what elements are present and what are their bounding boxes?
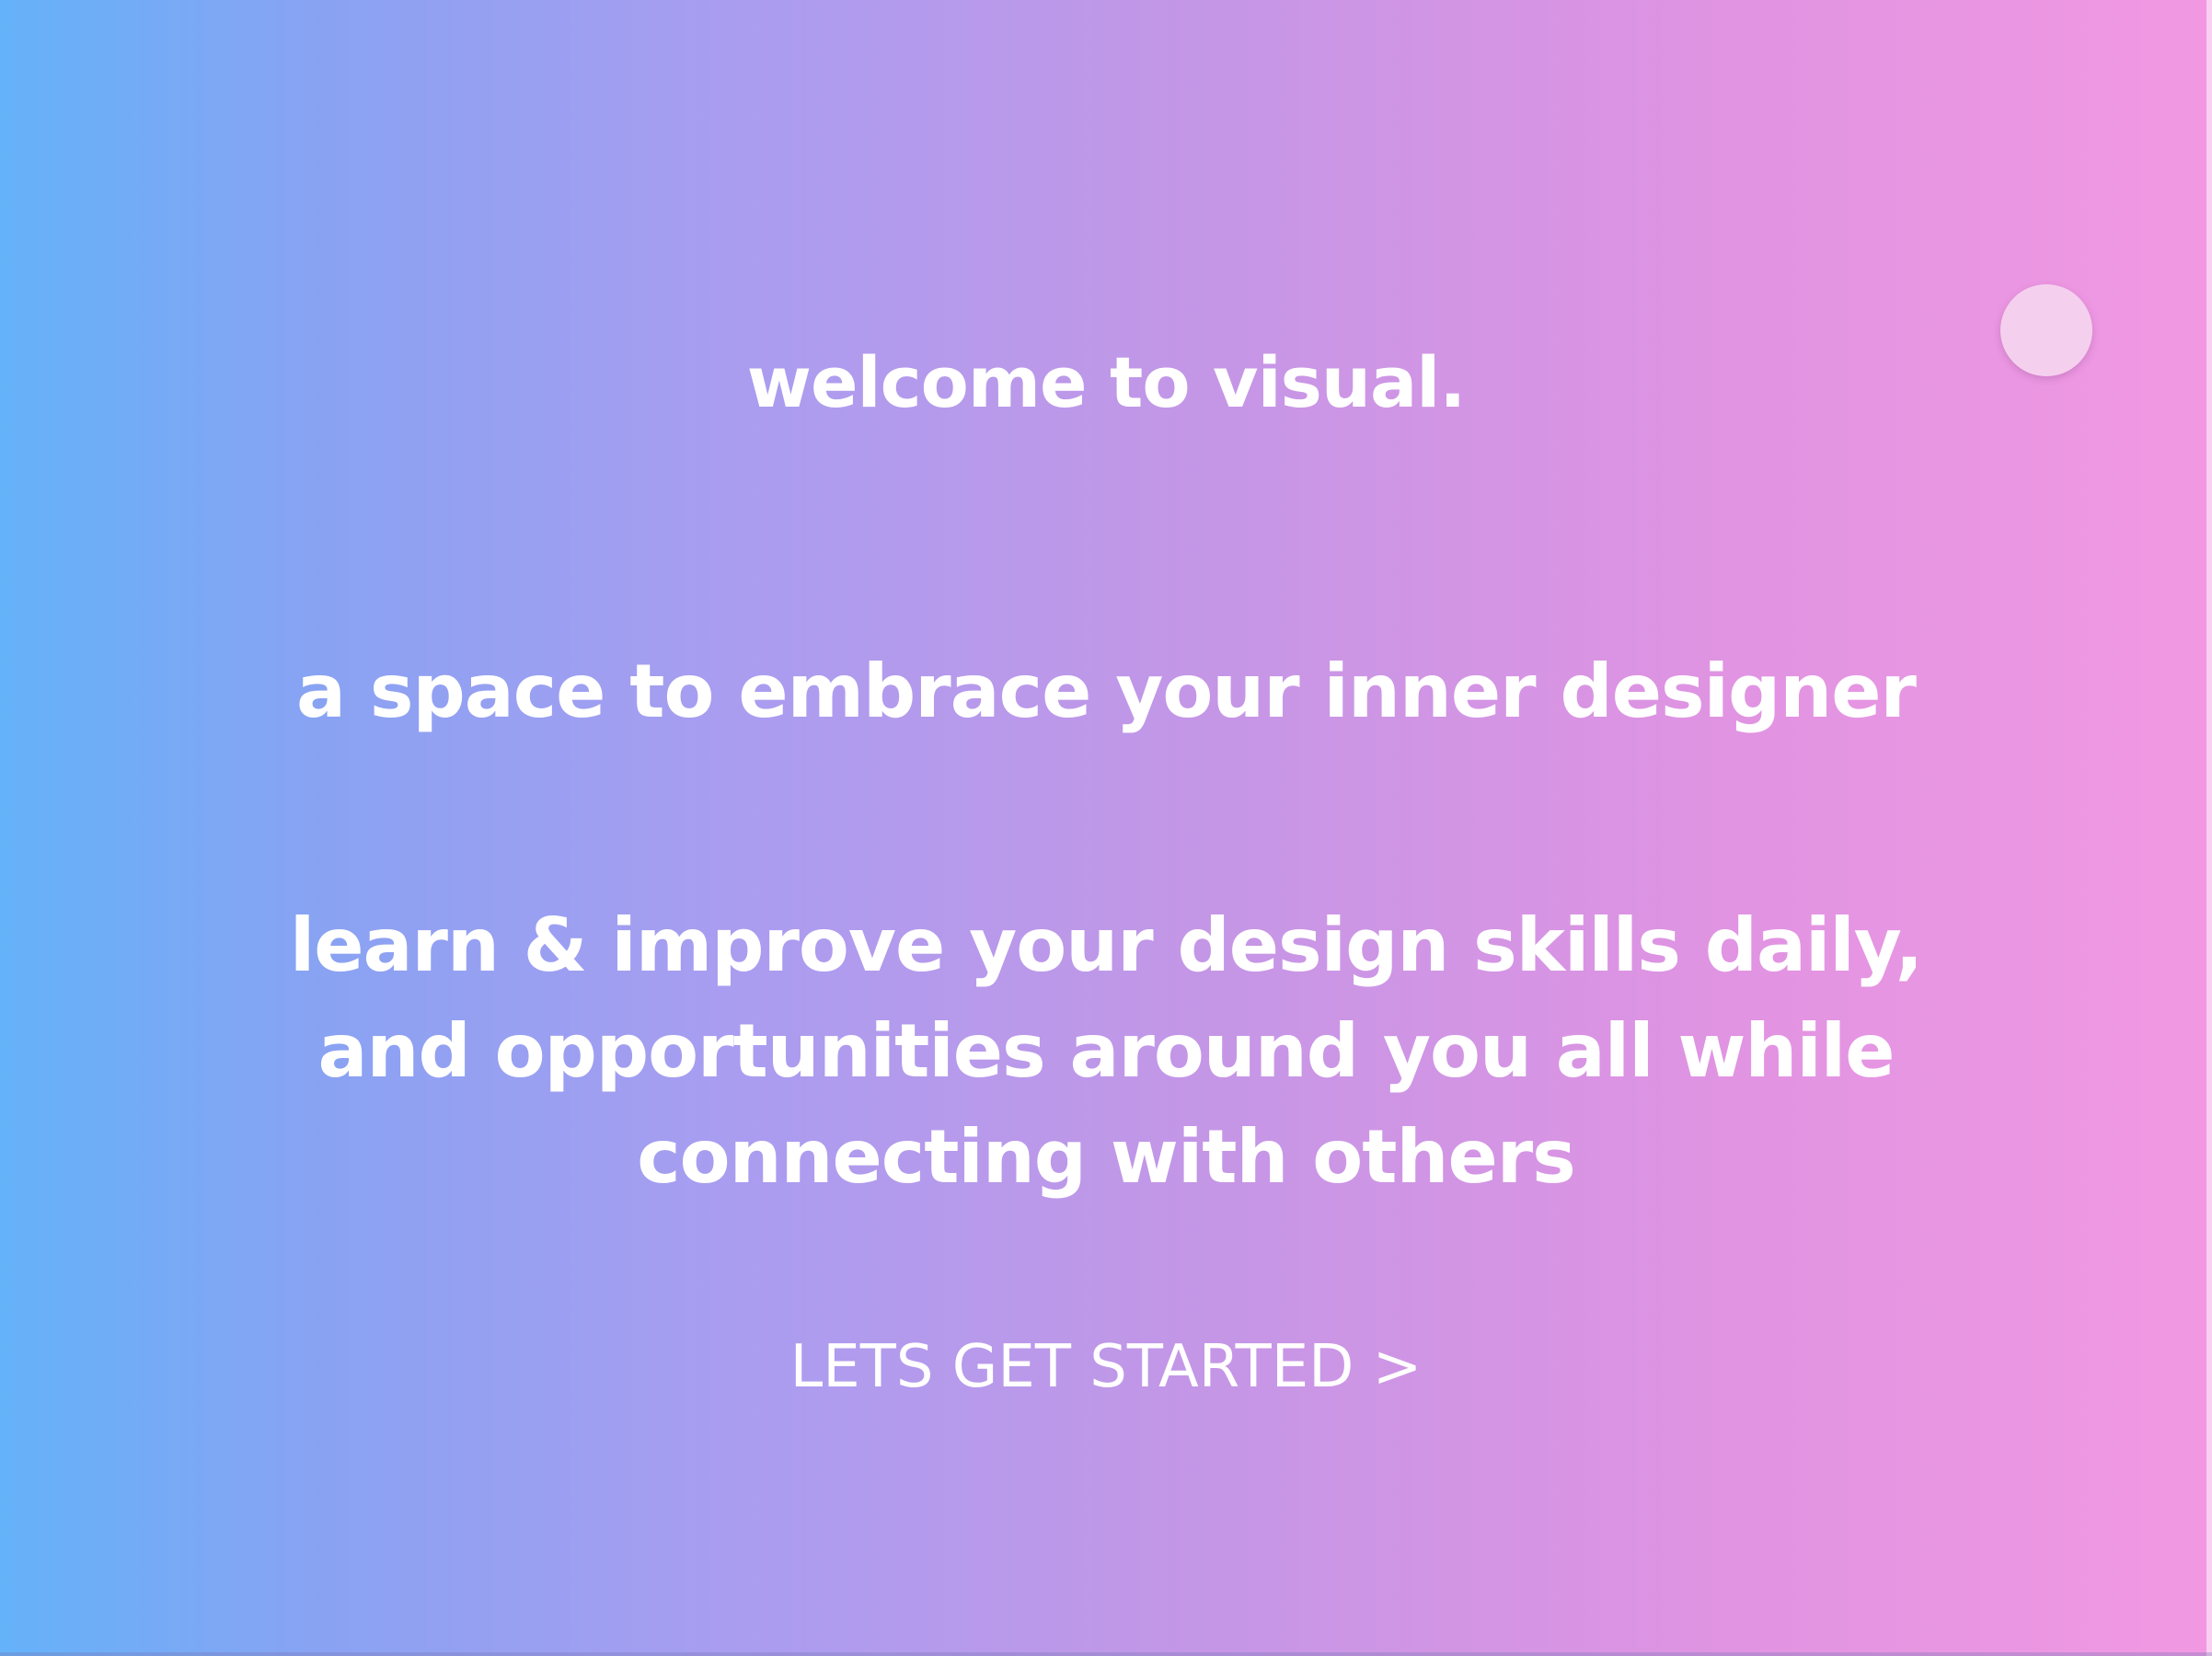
welcome-screen: welcome to visual. a space to embrace yo… xyxy=(0,0,2212,1656)
description-line: and opportunities around you all while xyxy=(317,1008,1895,1094)
right-edge-divider xyxy=(2206,0,2212,1656)
description-line: connecting with others xyxy=(637,1114,1576,1200)
get-started-label: LETS GET STARTED xyxy=(789,1333,1373,1401)
chevron-right-icon: > xyxy=(1372,1333,1423,1401)
description: learn & improve your design skills daily… xyxy=(0,892,2212,1210)
description-line: learn & improve your design skills daily… xyxy=(289,903,1923,988)
welcome-title: welcome to visual. xyxy=(746,341,1466,423)
bottom-edge-divider xyxy=(0,1652,2212,1656)
tagline: a space to embrace your inner designer xyxy=(296,649,1917,734)
get-started-button[interactable]: LETS GET STARTED > xyxy=(0,1328,2212,1406)
